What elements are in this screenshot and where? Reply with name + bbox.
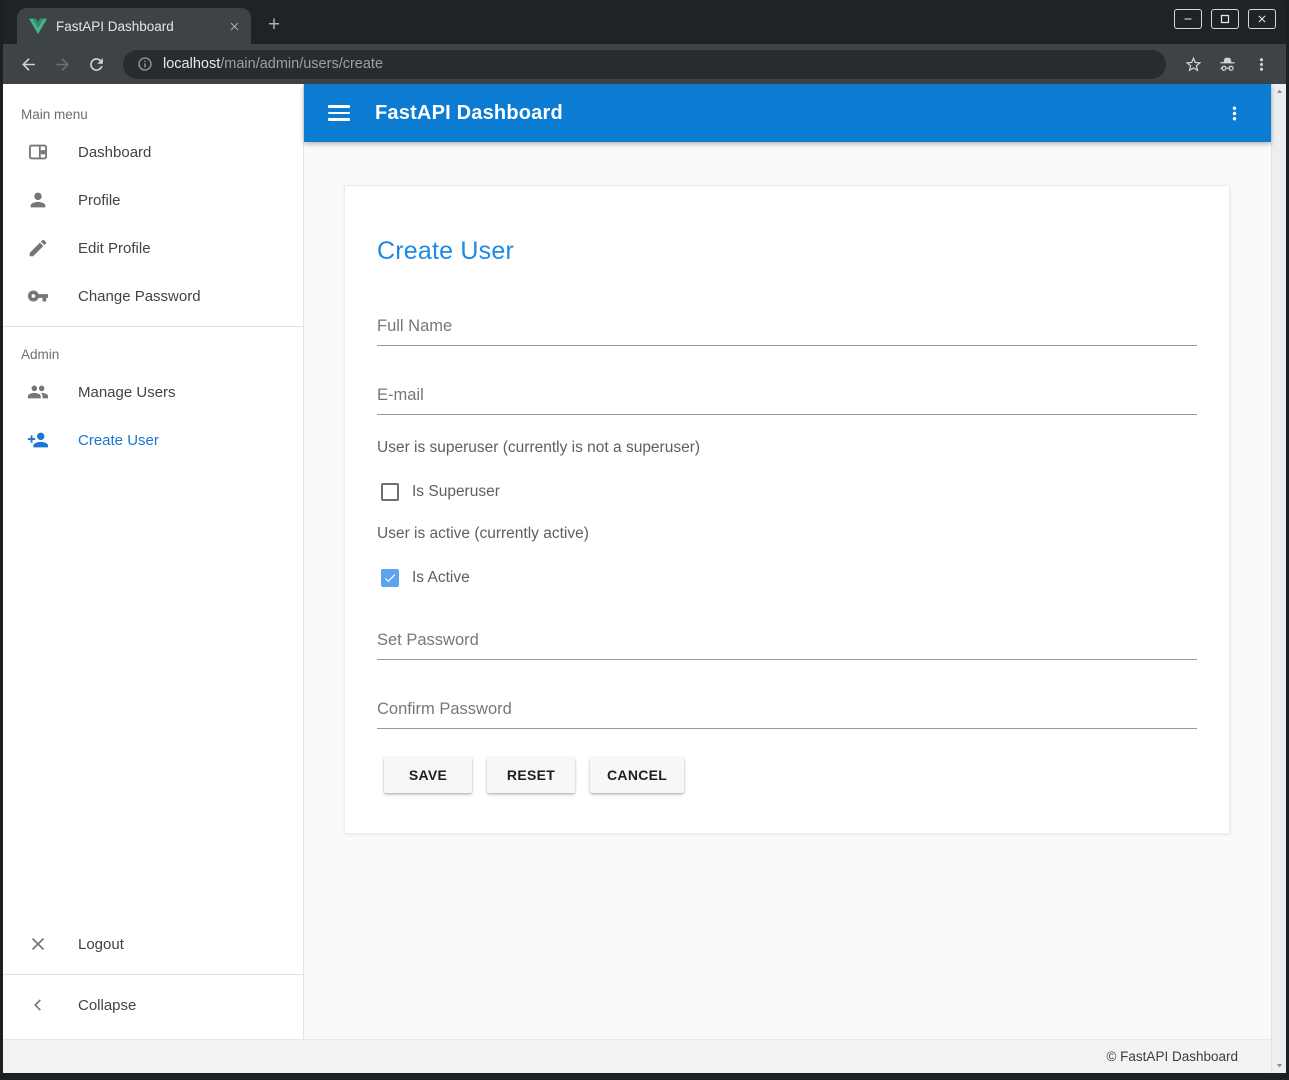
full-name-input[interactable]: [377, 313, 1197, 346]
checkbox-label: Is Active: [412, 569, 470, 587]
sidebar-item-label: Edit Profile: [78, 240, 151, 257]
sidebar-item-edit-profile[interactable]: Edit Profile: [3, 224, 303, 272]
sidebar-item-label: Logout: [78, 936, 124, 953]
sidebar-divider: [3, 974, 303, 975]
browser-window: FastAPI Dashboard +: [0, 0, 1289, 1080]
scrollbar-down-arrow[interactable]: [1272, 1058, 1286, 1073]
checkbox-label: Is Superuser: [412, 483, 500, 501]
sidebar-divider: [3, 326, 303, 327]
sidebar-section-main-menu: Main menu: [3, 84, 303, 128]
window-close-button[interactable]: [1248, 9, 1276, 29]
is-active-checkbox[interactable]: [381, 569, 399, 587]
scrollbar-track[interactable]: [1272, 99, 1286, 1058]
page-footer: © FastAPI Dashboard: [3, 1039, 1271, 1073]
copyright-text: © FastAPI Dashboard: [1106, 1049, 1238, 1064]
create-user-card: Create User User is superuser (currently…: [344, 185, 1230, 834]
sidebar-item-label: Manage Users: [78, 384, 176, 401]
browser-toolbar: localhost/main/admin/users/create: [3, 44, 1286, 84]
url-host: localhost: [163, 56, 220, 72]
sidebar-item-label: Profile: [78, 192, 121, 209]
sidebar-item-label: Dashboard: [78, 144, 151, 161]
sidebar-item-collapse[interactable]: Collapse: [3, 981, 303, 1029]
sidebar-item-create-user[interactable]: Create User: [3, 416, 303, 464]
window-controls: [1174, 9, 1276, 29]
key-icon: [26, 284, 50, 308]
close-icon: [26, 932, 50, 956]
page-info-icon[interactable]: [137, 56, 153, 72]
window-minimize-button[interactable]: [1174, 9, 1202, 29]
appbar-menu-icon[interactable]: [1221, 100, 1247, 126]
email-input[interactable]: [377, 382, 1197, 415]
sidebar-item-profile[interactable]: Profile: [3, 176, 303, 224]
active-hint: User is active (currently active): [377, 525, 1197, 543]
url-text: localhost/main/admin/users/create: [163, 56, 383, 72]
sidebar-item-change-password[interactable]: Change Password: [3, 272, 303, 320]
cancel-button[interactable]: CANCEL: [590, 757, 684, 793]
is-superuser-checkbox[interactable]: [381, 483, 399, 501]
hamburger-menu-icon[interactable]: [328, 105, 350, 121]
sidebar: Main menu Dashboard Profile: [3, 84, 304, 1039]
page: Main menu Dashboard Profile: [3, 84, 1286, 1073]
superuser-hint: User is superuser (currently is not a su…: [377, 439, 1197, 457]
page-title: Create User: [377, 237, 1197, 266]
back-button[interactable]: [13, 49, 43, 79]
window-maximize-button[interactable]: [1211, 9, 1239, 29]
tab-close-icon[interactable]: [225, 17, 243, 35]
url-path: /main/admin/users/create: [220, 56, 383, 72]
sidebar-item-label: Create User: [78, 432, 159, 449]
pencil-icon: [26, 236, 50, 260]
sidebar-item-label: Change Password: [78, 288, 201, 305]
person-icon: [26, 188, 50, 212]
person-add-icon: [26, 428, 50, 452]
set-password-input[interactable]: [377, 627, 1197, 660]
sidebar-item-logout[interactable]: Logout: [3, 920, 303, 968]
main-area: FastAPI Dashboard Create User: [304, 84, 1271, 1039]
vue-logo-icon: [29, 18, 47, 35]
is-superuser-checkbox-row[interactable]: Is Superuser: [381, 483, 1197, 501]
browser-tab[interactable]: FastAPI Dashboard: [17, 8, 251, 44]
forward-button[interactable]: [47, 49, 77, 79]
new-tab-button[interactable]: +: [259, 10, 289, 40]
browser-tab-strip: FastAPI Dashboard +: [3, 0, 1286, 44]
sidebar-item-manage-users[interactable]: Manage Users: [3, 368, 303, 416]
dashboard-icon: [26, 140, 50, 164]
people-icon: [26, 380, 50, 404]
sidebar-item-label: Collapse: [78, 997, 136, 1014]
chevron-left-icon: [26, 993, 50, 1017]
sidebar-section-admin: Admin: [3, 333, 303, 368]
sidebar-item-dashboard[interactable]: Dashboard: [3, 128, 303, 176]
address-bar[interactable]: localhost/main/admin/users/create: [123, 50, 1166, 79]
browser-menu-icon[interactable]: [1246, 49, 1276, 79]
vertical-scrollbar[interactable]: [1271, 84, 1286, 1073]
app-bar: FastAPI Dashboard: [304, 84, 1271, 142]
incognito-icon: [1212, 49, 1242, 79]
scrollbar-up-arrow[interactable]: [1272, 84, 1286, 99]
is-active-checkbox-row[interactable]: Is Active: [381, 569, 1197, 587]
reload-button[interactable]: [81, 49, 111, 79]
save-button[interactable]: SAVE: [384, 757, 472, 793]
tab-title: FastAPI Dashboard: [56, 19, 225, 34]
bookmark-star-icon[interactable]: [1178, 49, 1208, 79]
content-area: Create User User is superuser (currently…: [304, 142, 1271, 1039]
reset-button[interactable]: RESET: [487, 757, 575, 793]
app-title: FastAPI Dashboard: [375, 102, 563, 125]
confirm-password-input[interactable]: [377, 696, 1197, 729]
